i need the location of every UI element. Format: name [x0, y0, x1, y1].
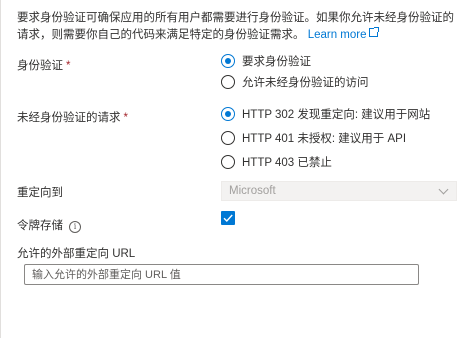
redirect-to-dropdown[interactable]: Microsoft — [221, 181, 457, 201]
intro-description: 要求身份验证可确保应用的所有用户都需要进行身份验证。如果你允许未经身份验证的请求… — [17, 12, 454, 41]
redirect-to-value: Microsoft — [229, 185, 276, 197]
token-store-label: 令牌存储 i — [17, 217, 81, 233]
radio-http-401[interactable]: HTTP 401 未授权: 建议用于 API — [221, 129, 430, 147]
radio-allow-unauthenticated[interactable]: 允许未经身份验证的访问 — [221, 73, 369, 91]
intro-text-block: 要求身份验证可确保应用的所有用户都需要进行身份验证。如果你允许未经身份验证的请求… — [17, 10, 457, 44]
radio-selected-icon[interactable] — [221, 54, 235, 68]
unauthenticated-requests-radio-group: HTTP 302 发现重定向: 建议用于网站 HTTP 401 未授权: 建议用… — [221, 105, 430, 171]
radio-unselected-icon[interactable] — [221, 75, 235, 89]
radio-http-403[interactable]: HTTP 403 已禁止 — [221, 153, 430, 171]
redirect-to-label: 重定向到 — [17, 187, 63, 199]
radio-require-authentication[interactable]: 要求身份验证 — [221, 52, 369, 70]
authentication-label: 身份验证 * — [17, 60, 71, 72]
allowed-redirect-url-input[interactable] — [24, 264, 419, 285]
chevron-down-icon — [438, 184, 449, 195]
info-icon[interactable]: i — [69, 221, 81, 233]
panel-left-border — [0, 0, 1, 338]
external-link-icon — [368, 27, 379, 37]
required-asterisk: * — [123, 112, 128, 124]
required-asterisk: * — [66, 60, 71, 72]
radio-unselected-icon[interactable] — [221, 155, 235, 169]
radio-http-302[interactable]: HTTP 302 发现重定向: 建议用于网站 — [221, 105, 430, 123]
radio-selected-icon[interactable] — [221, 107, 235, 121]
learn-more-link[interactable]: Learn more — [308, 27, 379, 41]
checkmark-icon — [223, 214, 233, 223]
token-store-checkbox[interactable] — [221, 211, 235, 225]
radio-unselected-icon[interactable] — [221, 131, 235, 145]
unauthenticated-requests-label: 未经身份验证的请求 * — [17, 112, 128, 124]
authentication-radio-group: 要求身份验证 允许未经身份验证的访问 — [221, 52, 369, 91]
allowed-redirect-label: 允许的外部重定向 URL — [17, 248, 136, 260]
